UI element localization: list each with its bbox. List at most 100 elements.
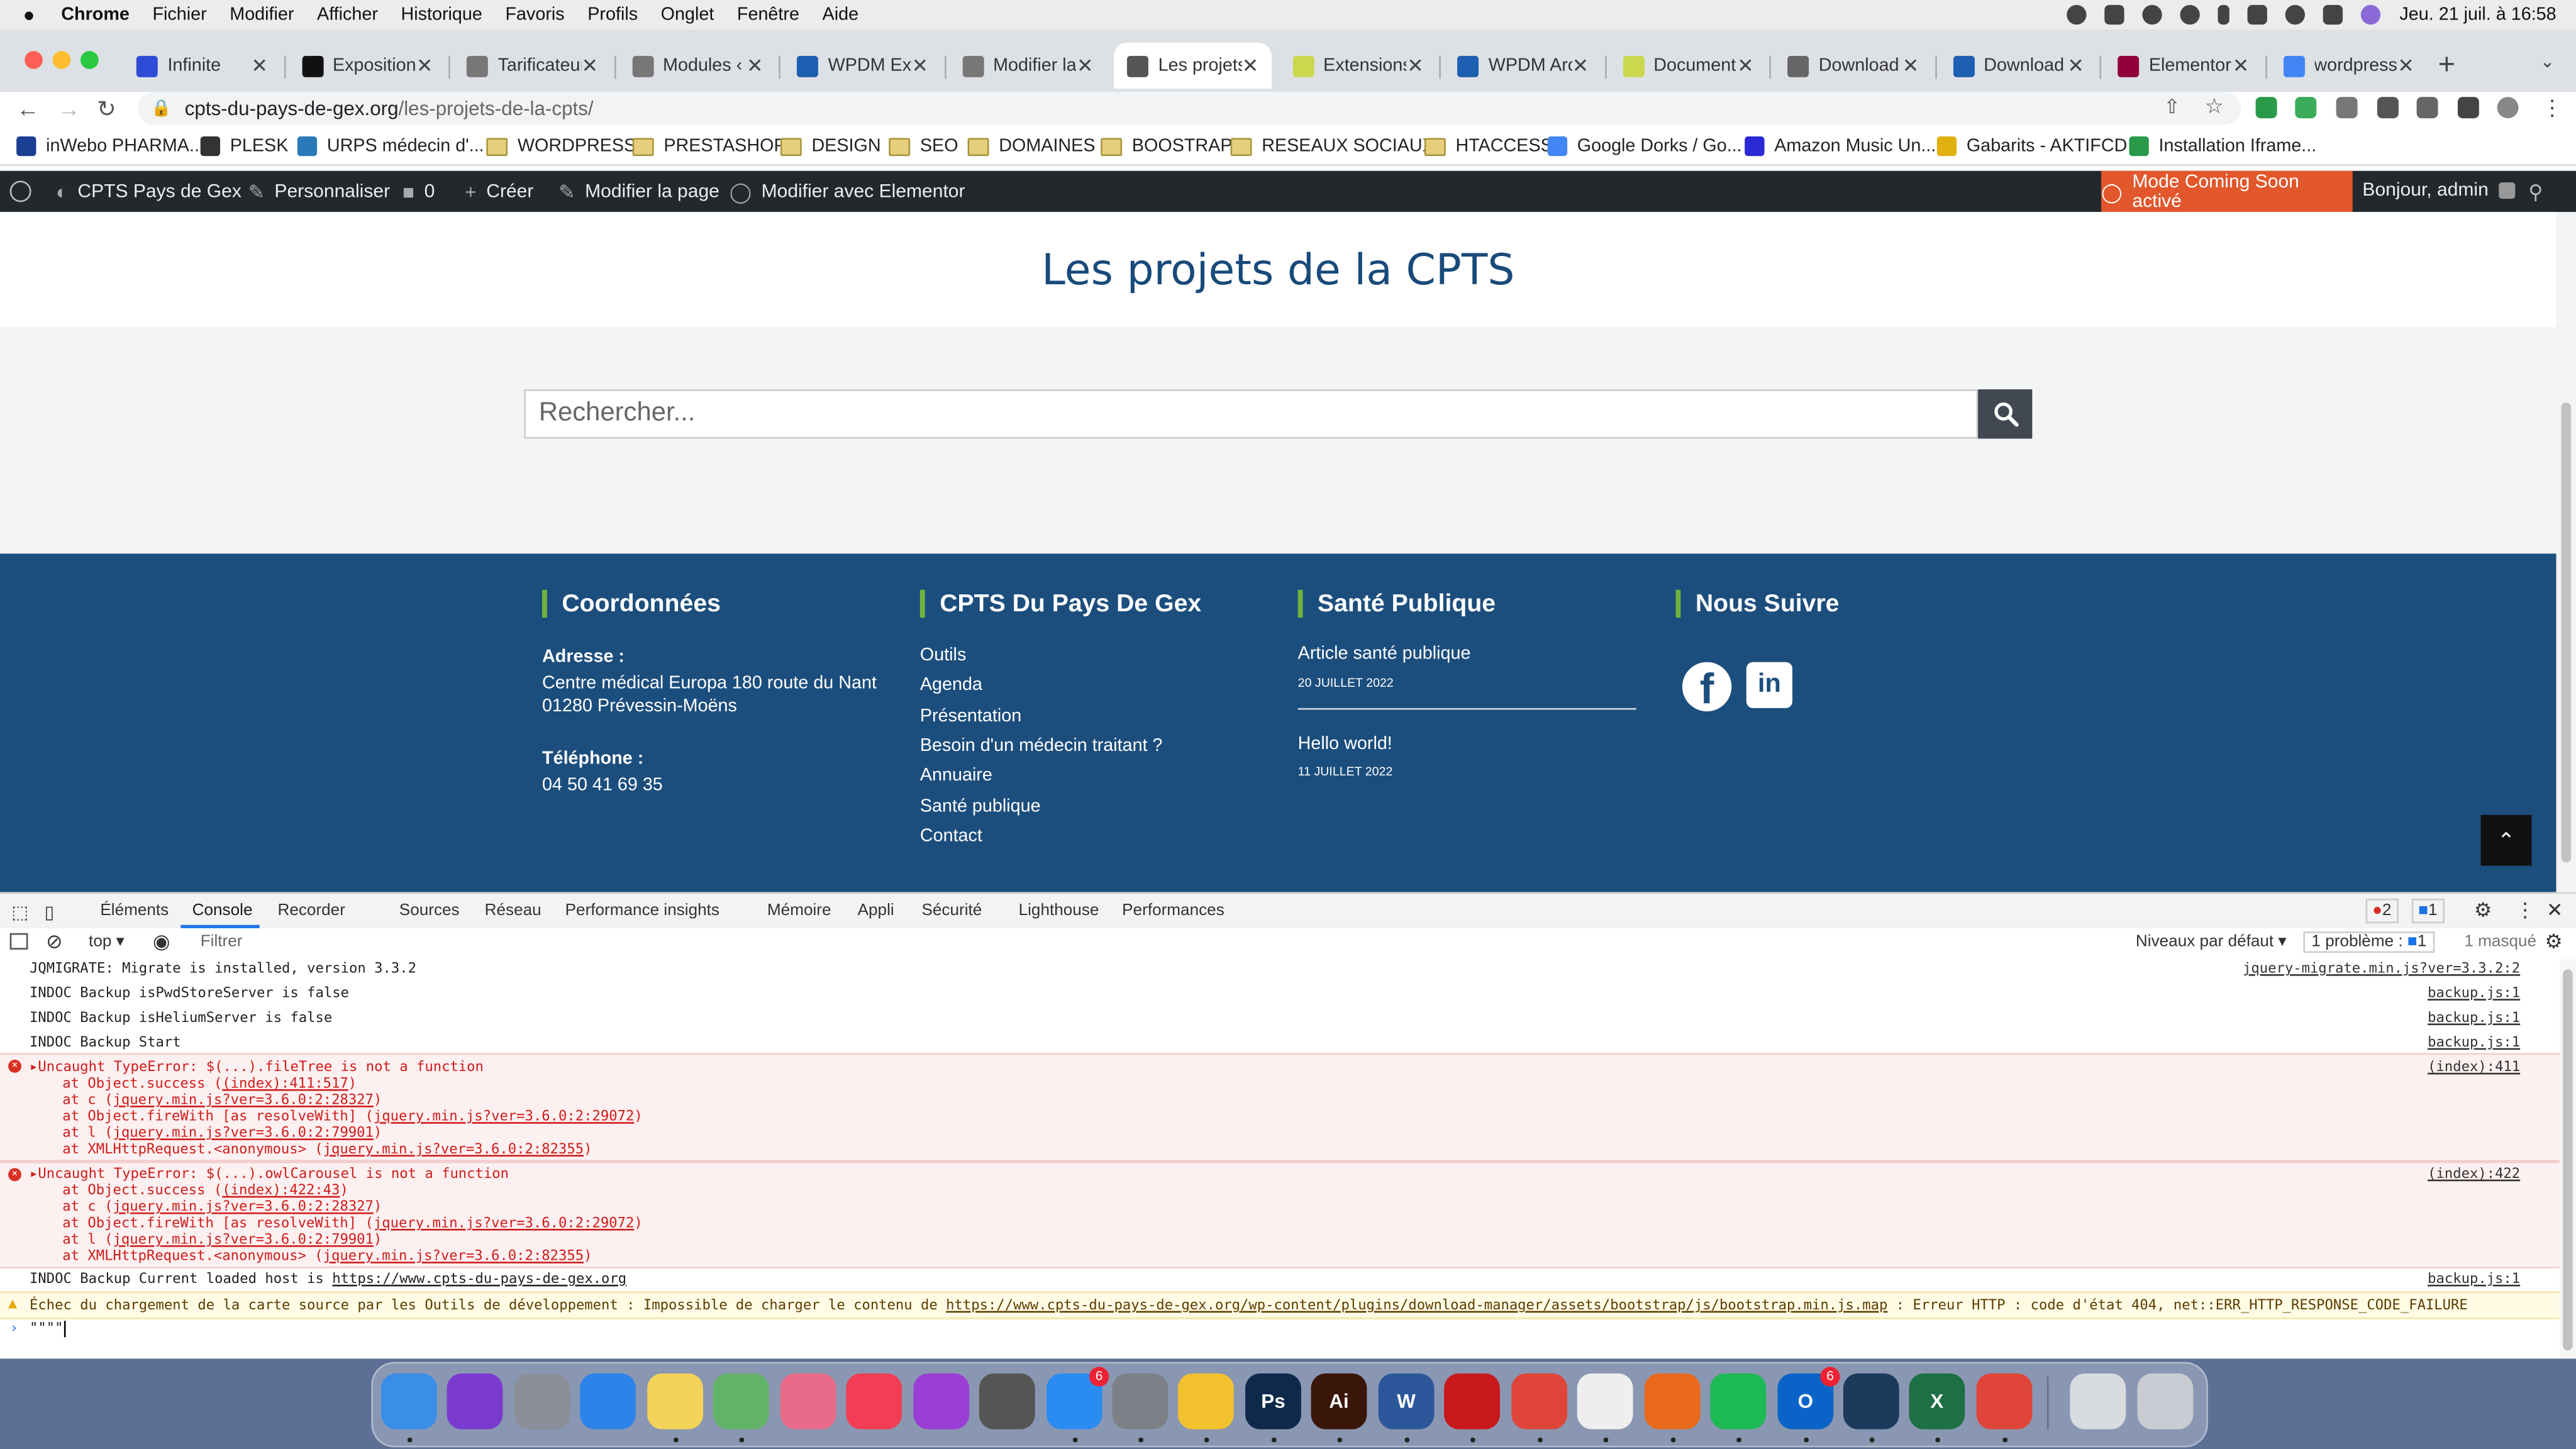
tab-close-icon[interactable]: ✕ [1242, 54, 1258, 77]
console-error-entry[interactable]: × ▸Uncaught TypeError: $(...).fileTree i… [0, 1053, 2560, 1162]
cyberduck-icon[interactable] [1177, 1373, 1234, 1430]
menu-help[interactable]: Aide [823, 5, 859, 25]
playlist-icon[interactable] [2416, 97, 2438, 119]
search-icon[interactable] [2284, 4, 2304, 25]
bbedit-icon[interactable] [1843, 1373, 1899, 1430]
browser-tab[interactable]: Documents ✕ [1609, 43, 1767, 89]
textedit-icon[interactable] [1577, 1373, 1633, 1430]
downloads-stack-icon[interactable] [2070, 1373, 2126, 1430]
stack-frame-link[interactable]: jquery.min.js?ver=3.6.0:2:28327 [113, 1092, 374, 1109]
console-source-link[interactable]: (index):422 [2428, 1167, 2520, 1183]
tab-network[interactable]: Réseau [485, 902, 541, 920]
trash-icon[interactable] [2137, 1373, 2194, 1430]
bookmark-folder[interactable]: DOMAINES [967, 136, 1096, 156]
illustrator-icon[interactable]: Ai [1311, 1373, 1367, 1430]
acrobat-icon[interactable] [1444, 1373, 1500, 1430]
forward-icon[interactable]: → [57, 96, 80, 122]
puzzle-icon[interactable] [2377, 97, 2399, 119]
search-button[interactable] [1978, 389, 2033, 439]
camera-icon[interactable] [2336, 97, 2358, 119]
address-bar[interactable]: 🔒 cpts-du-pays-de-gex.org/les-projets-de… [138, 92, 2241, 125]
eye-icon[interactable]: ◉ [153, 930, 170, 953]
tab-close-icon[interactable]: ✕ [1902, 54, 1919, 77]
tab-close-icon[interactable]: ✕ [1407, 54, 1423, 77]
tab-close-icon[interactable]: ✕ [252, 54, 268, 77]
post-title[interactable]: Hello world! [1298, 735, 1392, 754]
console-source-link[interactable]: backup.js:1 [2428, 1011, 2520, 1027]
console-scrollbar-thumb[interactable] [2563, 969, 2573, 1351]
bookmark-folder[interactable]: WORDPRESS [486, 136, 636, 156]
bookmark-item[interactable]: Installation Iframe... [2129, 136, 2316, 157]
outlook-icon[interactable]: O6 [1777, 1367, 1840, 1430]
photoshop-icon[interactable]: Ps [1245, 1373, 1301, 1430]
bookmark-item[interactable]: inWebo PHARMA... [16, 136, 204, 157]
extension-icon[interactable] [2255, 97, 2277, 119]
menu-clock[interactable]: Jeu. 21 juil. à 16:58 [2399, 5, 2556, 25]
tab-memory[interactable]: Mémoire [767, 902, 831, 920]
bluetooth-icon[interactable] [2217, 4, 2229, 25]
footer-link-contact[interactable]: Contact [920, 826, 982, 846]
tab-close-icon[interactable]: ✕ [747, 54, 763, 77]
browser-tab[interactable]: Download M✕ [1940, 43, 2097, 89]
console-source-link[interactable]: backup.js:1 [2428, 1035, 2520, 1052]
browser-tab[interactable]: Infinite ✕ [123, 43, 281, 89]
bookmark-star-icon[interactable]: ☆ [2205, 94, 2224, 120]
tab-recorder[interactable]: Recorder [277, 902, 345, 920]
console-warning-entry[interactable]: ▲ Échec du chargement de la carte source… [0, 1291, 2560, 1319]
stack-frame-link[interactable]: jquery.min.js?ver=3.6.0:2:82355 [323, 1142, 584, 1158]
apple-icon[interactable]: ● [23, 3, 35, 26]
log-levels-select[interactable]: Niveaux par défaut ▾ [2136, 933, 2287, 952]
issues-button[interactable]: 1 problème : ■1 [2303, 931, 2435, 953]
browser-tab[interactable]: WPDM Exte✕ [784, 43, 941, 89]
browser-tab[interactable]: Download M✕ [1774, 43, 1932, 89]
tab-search-icon[interactable]: ⌄ [2540, 51, 2555, 72]
stack-frame-link[interactable]: jquery.min.js?ver=3.6.0:2:82355 [323, 1248, 584, 1265]
control-center-icon[interactable] [2322, 4, 2342, 25]
firefox-icon[interactable] [1644, 1373, 1701, 1430]
safari-icon[interactable] [580, 1373, 636, 1430]
menu-app-icon[interactable] [2104, 4, 2124, 25]
bookmark-folder[interactable]: HTACCESS [1424, 136, 1553, 156]
bookmark-folder[interactable]: DESIGN [780, 136, 881, 156]
tab-close-icon[interactable]: ✕ [2233, 54, 2249, 77]
footer-link-outils[interactable]: Outils [920, 646, 966, 665]
bookmark-item[interactable]: Gabarits - AKTIFCD [1936, 136, 2127, 157]
console-source-link[interactable]: (index):411 [2428, 1060, 2520, 1076]
stack-frame-link[interactable]: jquery.min.js?ver=3.6.0:2:28327 [113, 1199, 374, 1216]
word-icon[interactable]: W [1378, 1373, 1435, 1430]
tab-active[interactable]: Les projets ✕ [1114, 42, 1272, 89]
podcasts-icon[interactable] [913, 1373, 970, 1430]
sidebar-toggle-icon[interactable] [9, 933, 28, 950]
browser-tab[interactable]: Modules ‹ ✕ [619, 43, 777, 89]
new-tab-icon[interactable]: + [2438, 48, 2455, 82]
browser-tab[interactable]: WPDM Arch✕ [1444, 43, 1602, 89]
play-icon[interactable] [2141, 4, 2162, 25]
bookmark-folder[interactable]: PRESTASHOP [632, 136, 786, 156]
post-title[interactable]: Article santé publique [1298, 644, 1471, 663]
error-counter[interactable]: ●2 [2365, 898, 2398, 924]
wp-edit-page-link[interactable]: ✎ Modifier la page [558, 180, 719, 204]
menu-bookmarks[interactable]: Favoris [505, 5, 564, 25]
menu-app-name[interactable]: Chrome [61, 5, 130, 25]
siri-icon[interactable] [447, 1373, 503, 1430]
close-devtools-icon[interactable]: ✕ [2546, 899, 2563, 922]
tab-close-icon[interactable]: ✕ [1737, 54, 1753, 77]
footer-link-presentation[interactable]: Présentation [920, 706, 1021, 726]
settings-gear-icon[interactable]: ⚙ [2474, 899, 2492, 922]
console-input[interactable]: """" [30, 1321, 67, 1338]
footer-link-medecin[interactable]: Besoin d'un médecin traitant ? [920, 736, 1163, 755]
lock-icon[interactable]: 🔒 [151, 99, 172, 118]
footer-link-annuaire[interactable]: Annuaire [920, 765, 992, 785]
tab-close-icon[interactable]: ✕ [582, 54, 598, 77]
wp-search-icon[interactable]: ⚲ [2528, 180, 2543, 204]
reload-icon[interactable]: ↻ [97, 96, 116, 123]
bookmark-item[interactable]: URPS médecin d'... [297, 136, 484, 157]
footer-link-agenda[interactable]: Agenda [920, 675, 982, 695]
scroll-to-top-button[interactable]: ⌃ [2480, 814, 2532, 866]
chrome-menu-icon[interactable]: ⋮ [2541, 96, 2563, 122]
creative-cloud-icon[interactable] [2066, 4, 2086, 25]
console-settings-icon[interactable]: ⚙ [2545, 930, 2562, 953]
extension-icon[interactable] [2295, 97, 2317, 119]
menu-tab[interactable]: Onglet [661, 5, 714, 25]
profile-avatar[interactable] [2497, 97, 2519, 119]
